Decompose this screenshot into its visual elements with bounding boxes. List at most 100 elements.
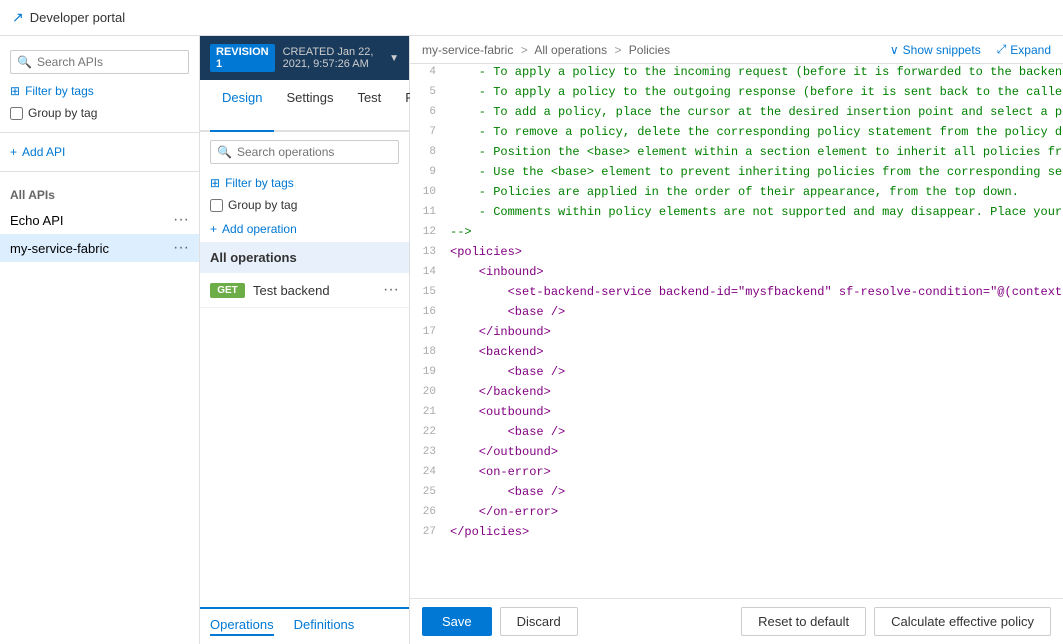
sidebar-item-echo-api[interactable]: Echo API ···	[0, 206, 199, 234]
line-number: 22	[410, 424, 446, 438]
breadcrumb-sep-1: >	[521, 43, 528, 57]
discard-button[interactable]: Discard	[500, 607, 578, 636]
list-item: 11 - Comments within policy elements are…	[410, 204, 1063, 224]
list-item: 9 - Use the <base> element to prevent in…	[410, 164, 1063, 184]
operation-name: Test backend	[253, 283, 375, 298]
revision-chevron-icon[interactable]: ▼	[389, 53, 399, 64]
tab-design[interactable]: Design	[210, 80, 274, 132]
operations-search-icon: 🔍	[217, 145, 232, 159]
breadcrumb-page: Policies	[629, 43, 670, 57]
line-number: 18	[410, 344, 446, 358]
line-content: <base />	[446, 304, 1063, 320]
line-number: 25	[410, 484, 446, 498]
sidebar-group-label: Group by tag	[28, 106, 97, 120]
line-number: 4	[410, 64, 446, 78]
line-number: 10	[410, 184, 446, 198]
all-operations-item[interactable]: All operations	[200, 242, 409, 273]
editor-footer: Save Discard Reset to default Calculate …	[410, 598, 1063, 644]
list-item: 10 - Policies are applied in the order o…	[410, 184, 1063, 204]
reset-button[interactable]: Reset to default	[741, 607, 866, 636]
line-number: 15	[410, 284, 446, 298]
list-item: 25 <base />	[410, 484, 1063, 504]
line-content: - Policies are applied in the order of t…	[446, 184, 1063, 200]
breadcrumb-api: my-service-fabric	[422, 43, 513, 57]
middle-bottom-tabs: Operations Definitions	[200, 607, 409, 644]
add-op-label: Add operation	[222, 222, 297, 236]
list-item: 8 - Position the <base> element within a…	[410, 144, 1063, 164]
line-content: - To apply a policy to the incoming requ…	[446, 64, 1063, 80]
tab-test[interactable]: Test	[345, 80, 393, 132]
save-button[interactable]: Save	[422, 607, 492, 636]
add-api-button[interactable]: + Add API	[10, 145, 189, 159]
editor-header: my-service-fabric > All operations > Pol…	[410, 36, 1063, 64]
line-number: 13	[410, 244, 446, 258]
middle-panel: REVISION 1 CREATED Jan 22, 2021, 9:57:26…	[200, 36, 410, 644]
operations-filter-tags[interactable]: ⊞ Filter by tags	[210, 176, 399, 190]
line-number: 19	[410, 364, 446, 378]
line-content: - Use the <base> element to prevent inhe…	[446, 164, 1063, 180]
footer-right: Reset to default Calculate effective pol…	[741, 607, 1051, 636]
table-row[interactable]: GET Test backend ···	[200, 273, 409, 308]
line-content: <backend>	[446, 344, 1063, 360]
line-content: - To apply a policy to the outgoing resp…	[446, 84, 1063, 100]
line-content: </on-error>	[446, 504, 1063, 520]
operation-dots[interactable]: ···	[383, 281, 399, 299]
calculate-policy-button[interactable]: Calculate effective policy	[874, 607, 1051, 636]
line-content: <set-backend-service backend-id="mysfbac…	[446, 284, 1063, 300]
list-item: 22 <base />	[410, 424, 1063, 444]
my-service-fabric-dots[interactable]: ···	[173, 240, 189, 256]
topbar: ↗ Developer portal	[0, 0, 1063, 36]
list-item: 7 - To remove a policy, delete the corre…	[410, 124, 1063, 144]
footer-left: Save Discard	[422, 607, 578, 636]
list-item: 23 </outbound>	[410, 444, 1063, 464]
sidebar-filter-label: Filter by tags	[25, 84, 94, 98]
add-op-icon: +	[210, 222, 217, 236]
line-content: <base />	[446, 424, 1063, 440]
list-item: 4 - To apply a policy to the incoming re…	[410, 64, 1063, 84]
list-item: 19 <base />	[410, 364, 1063, 384]
expand-label: Expand	[1010, 43, 1051, 57]
line-content: <on-error>	[446, 464, 1063, 480]
code-editor[interactable]: 4 - To apply a policy to the incoming re…	[410, 64, 1063, 598]
search-operations-input[interactable]	[210, 140, 399, 164]
topbar-title: Developer portal	[30, 10, 125, 25]
left-sidebar: 🔍 ⊞ Filter by tags Group by tag + Add AP…	[0, 36, 200, 644]
line-content: - Position the <base> element within a s…	[446, 144, 1063, 160]
line-content: <outbound>	[446, 404, 1063, 420]
tab-settings[interactable]: Settings	[274, 80, 345, 132]
line-number: 21	[410, 404, 446, 418]
show-snippets-label: Show snippets	[903, 43, 981, 57]
sidebar-item-my-service-fabric[interactable]: my-service-fabric ···	[0, 234, 199, 262]
operations-search-container: 🔍	[210, 140, 399, 164]
developer-portal-icon: ↗	[12, 9, 24, 26]
line-number: 8	[410, 144, 446, 158]
line-number: 26	[410, 504, 446, 518]
list-item: 18 <backend>	[410, 344, 1063, 364]
list-item: 27</policies>	[410, 524, 1063, 544]
sidebar-search-container: 🔍	[10, 50, 189, 74]
list-item: 6 - To add a policy, place the cursor at…	[410, 104, 1063, 124]
operations-filter-label: Filter by tags	[225, 176, 294, 190]
my-service-fabric-name: my-service-fabric	[10, 241, 173, 256]
list-item: 17 </inbound>	[410, 324, 1063, 344]
expand-button[interactable]: ⤢ Expand	[997, 42, 1051, 57]
operations-group-checkbox[interactable]	[210, 199, 223, 212]
list-item: 15 <set-backend-service backend-id="mysf…	[410, 284, 1063, 304]
add-operation-button[interactable]: + Add operation	[210, 222, 399, 236]
line-number: 6	[410, 104, 446, 118]
line-number: 20	[410, 384, 446, 398]
search-apis-input[interactable]	[10, 50, 189, 74]
tab-definitions[interactable]: Definitions	[294, 617, 355, 636]
revision-bar: REVISION 1 CREATED Jan 22, 2021, 9:57:26…	[200, 36, 409, 80]
list-item: 21 <outbound>	[410, 404, 1063, 424]
line-content: <base />	[446, 484, 1063, 500]
line-number: 23	[410, 444, 446, 458]
line-number: 5	[410, 84, 446, 98]
tab-operations[interactable]: Operations	[210, 617, 274, 636]
line-content: </outbound>	[446, 444, 1063, 460]
line-content: - To remove a policy, delete the corresp…	[446, 124, 1063, 140]
sidebar-filter-tags[interactable]: ⊞ Filter by tags	[10, 84, 189, 98]
echo-api-dots[interactable]: ···	[173, 212, 189, 228]
group-by-tag-checkbox[interactable]	[10, 107, 23, 120]
show-snippets-button[interactable]: ∨ Show snippets	[890, 43, 981, 57]
